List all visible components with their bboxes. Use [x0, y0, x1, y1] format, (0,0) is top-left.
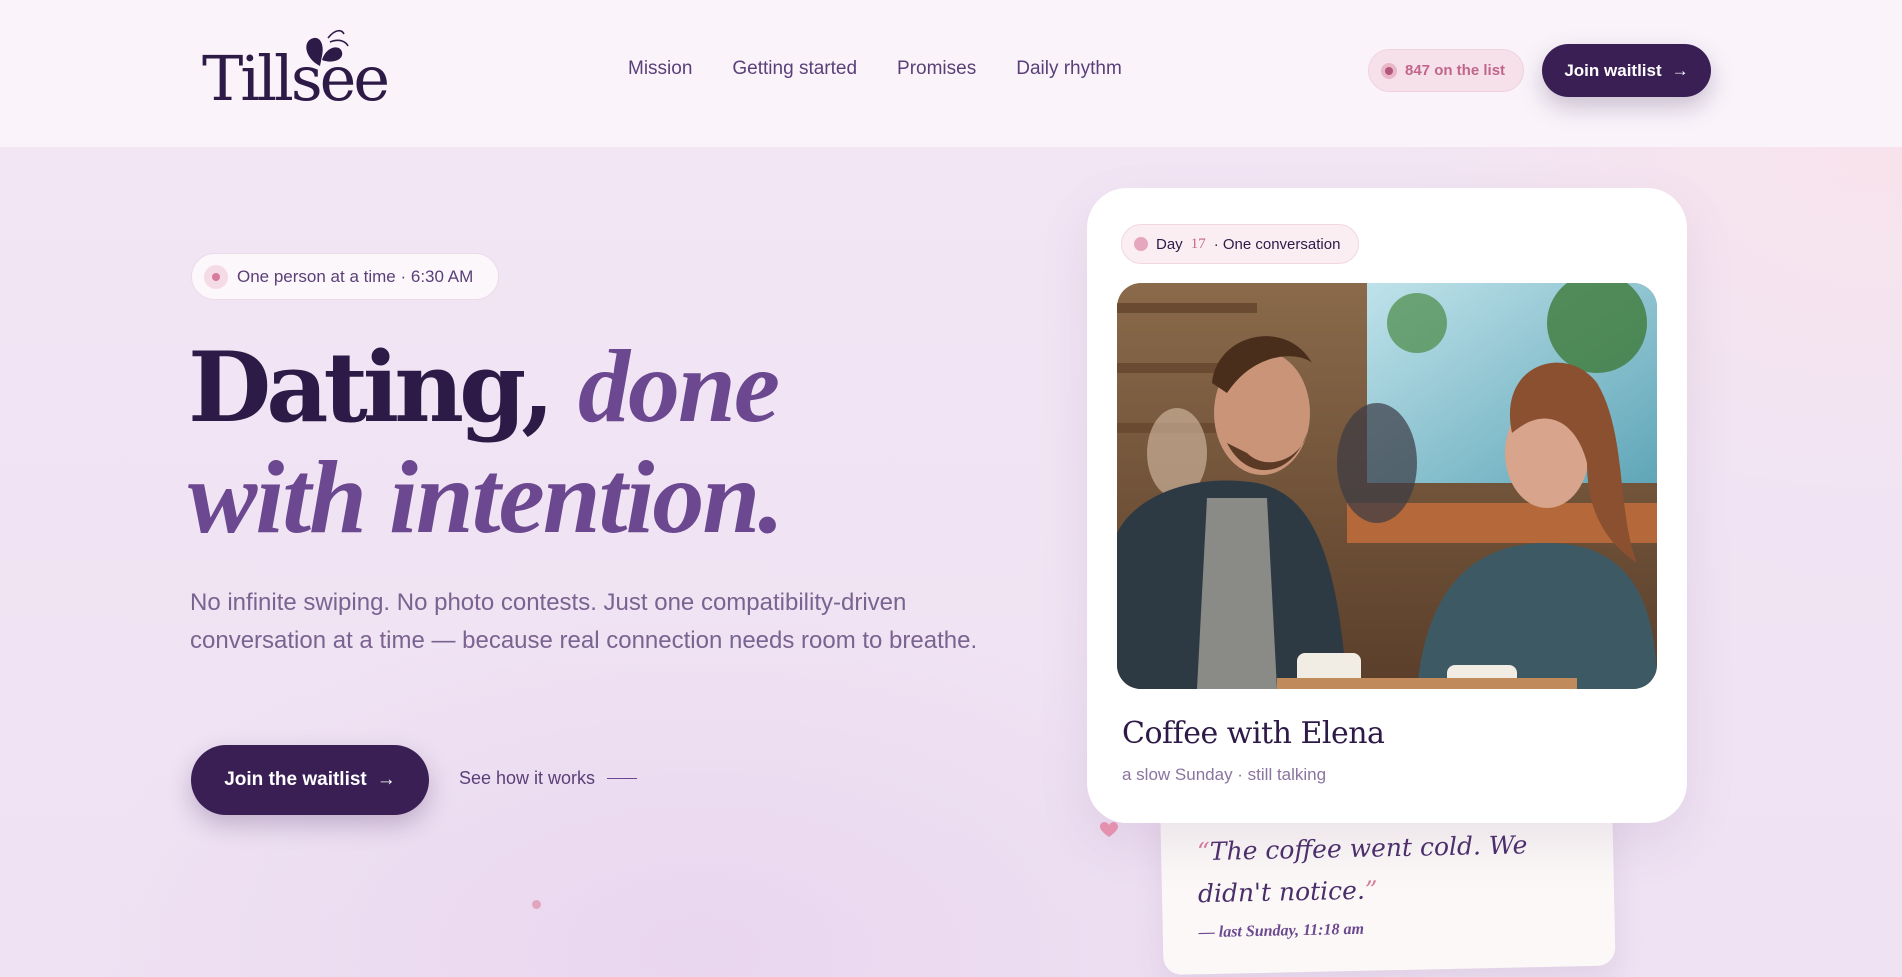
hero-tag-pill: One person at a time · 6:30 AM — [191, 253, 499, 300]
nav-mission[interactable]: Mission — [628, 58, 692, 80]
waitlist-counter-text: 847 on the list — [1405, 62, 1506, 79]
dot-icon — [1134, 237, 1148, 251]
close-quote-mark: ” — [1364, 875, 1378, 905]
conversation-card[interactable]: Day 17 · One conversation Coffee with El… — [1087, 188, 1687, 823]
join-waitlist-label: Join waitlist — [1564, 60, 1662, 80]
note-quote: “The coffee went cold. We didn't notice.… — [1197, 823, 1599, 915]
butterfly-icon — [306, 29, 349, 66]
decorative-dot — [532, 900, 541, 909]
day-pill: Day 17 · One conversation — [1121, 224, 1360, 264]
live-dot-icon — [1381, 62, 1397, 79]
main-nav: Mission Getting started Promises Daily r… — [628, 58, 1122, 80]
join-waitlist-button[interactable]: Join waitlist → — [1542, 44, 1711, 97]
arrow-right-icon: → — [376, 769, 396, 790]
note-signature: — last Sunday, 11:18 am — [1198, 920, 1365, 942]
nav-getting-started[interactable]: Getting started — [732, 58, 857, 80]
headline-part-3: with intention. — [188, 440, 784, 555]
join-the-waitlist-label: Join the waitlist — [224, 769, 367, 790]
dot-icon — [204, 264, 228, 289]
headline-part-1: Dating, — [188, 331, 555, 444]
join-the-waitlist-button[interactable]: Join the waitlist → — [191, 745, 429, 815]
open-quote-mark: “ — [1196, 836, 1211, 867]
day-pill-prefix: Day — [1156, 235, 1183, 253]
card-subtitle: a slow Sunday · still talking — [1122, 765, 1327, 784]
heart-icon — [1100, 822, 1118, 837]
see-how-label: See how it works — [459, 768, 596, 788]
day-number: 17 — [1190, 235, 1206, 252]
brand-name: Tillsee — [202, 42, 390, 115]
card-title: Coffee with Elena — [1122, 716, 1385, 751]
hero-headline: Dating, done with intention. — [188, 329, 784, 555]
arrow-right-icon: → — [1671, 60, 1689, 80]
site-header: Tillsee Mission Getting started Promises… — [0, 0, 1902, 147]
nav-daily-rhythm[interactable]: Daily rhythm — [1016, 58, 1122, 80]
note-quote-text: The coffee went cold. We didn't notice. — [1197, 830, 1528, 909]
headline-part-2: done — [578, 329, 780, 444]
line-decoration — [607, 778, 638, 779]
hero-subcopy: No infinite swiping. No photo contests. … — [190, 589, 978, 654]
waitlist-counter-badge: 847 on the list — [1368, 49, 1524, 92]
couple-photo — [1117, 283, 1657, 689]
nav-promises[interactable]: Promises — [897, 58, 976, 80]
brand-logo[interactable]: Tillsee — [202, 26, 390, 118]
day-pill-suffix: · One conversation — [1213, 235, 1341, 253]
hero-tag-text: One person at a time · 6:30 AM — [237, 266, 474, 286]
see-how-it-works-link[interactable]: See how it works — [459, 768, 638, 789]
